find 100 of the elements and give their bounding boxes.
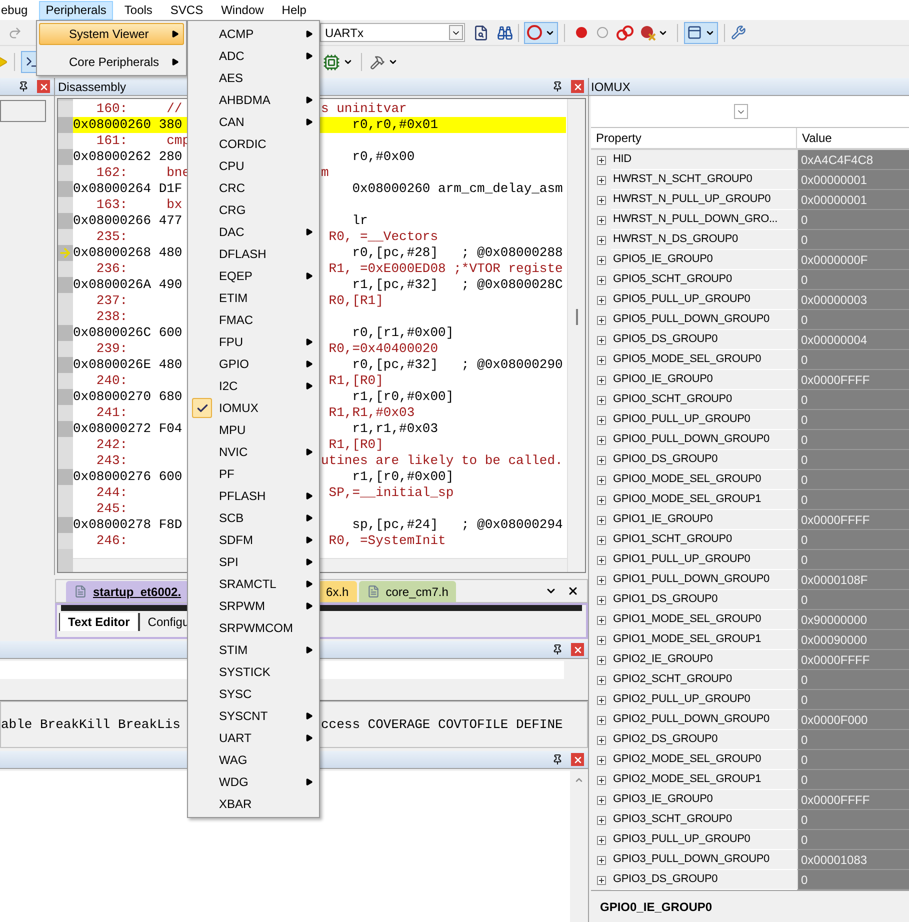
expand-icon[interactable] xyxy=(596,636,606,644)
property-value[interactable]: 0x0000FFFF xyxy=(797,370,909,390)
pin-icon[interactable] xyxy=(552,754,563,765)
menu-item[interactable]: DFLASH xyxy=(188,243,319,265)
menu-item[interactable]: CRG xyxy=(188,199,319,221)
expand-icon[interactable] xyxy=(596,156,606,164)
menu-item[interactable]: MPU xyxy=(188,419,319,441)
column-header[interactable]: Property xyxy=(591,128,797,148)
target-combo[interactable]: UARTx xyxy=(320,23,465,42)
menu-item[interactable]: CPU xyxy=(188,155,319,177)
expand-icon[interactable] xyxy=(596,296,606,304)
menu-item[interactable]: Window xyxy=(214,0,271,20)
menu-item[interactable]: AHBDMA xyxy=(188,89,319,111)
file-search-icon[interactable] xyxy=(473,24,489,40)
expand-icon[interactable] xyxy=(596,836,606,844)
binoculars-icon[interactable] xyxy=(497,24,513,40)
menu-item[interactable]: UART xyxy=(188,727,319,749)
property-value[interactable]: 0 xyxy=(797,670,909,690)
property-value[interactable]: 0 xyxy=(797,870,909,890)
breakpoint-kill-icon[interactable] xyxy=(640,24,656,40)
expand-icon[interactable] xyxy=(596,436,606,444)
menu-item[interactable]: XBAR xyxy=(188,793,319,815)
menu-item[interactable]: SRAMCTL xyxy=(188,573,319,595)
property-value[interactable]: 0x00001083 xyxy=(797,850,909,870)
menu-item[interactable]: CORDIC xyxy=(188,133,319,155)
menu-item[interactable]: Core Peripherals xyxy=(39,51,184,73)
property-value[interactable]: 0xA4C4F4C8 xyxy=(797,150,909,170)
caret-icon[interactable] xyxy=(388,57,398,67)
menu-item[interactable]: PF xyxy=(188,463,319,485)
property-value[interactable]: 0x00000001 xyxy=(797,170,909,190)
linked-circles-icon[interactable] xyxy=(616,24,634,40)
file-tab[interactable]: core_cm7.h xyxy=(358,581,456,602)
dropdown-button[interactable] xyxy=(449,25,463,40)
expand-icon[interactable] xyxy=(596,596,606,604)
menu-item[interactable]: AES xyxy=(188,67,319,89)
menu-item[interactable]: EQEP xyxy=(188,265,319,287)
property-value[interactable]: 0 xyxy=(797,230,909,250)
pin-icon[interactable] xyxy=(18,81,29,92)
expand-icon[interactable] xyxy=(596,216,606,224)
property-value[interactable]: 0x0000FFFF xyxy=(797,790,909,810)
chip-icon[interactable] xyxy=(323,54,340,70)
expand-icon[interactable] xyxy=(596,556,606,564)
expand-icon[interactable] xyxy=(596,256,606,264)
menu-item[interactable]: ACMP xyxy=(188,23,319,45)
menu-item[interactable]: ebug xyxy=(0,0,35,20)
expand-icon[interactable] xyxy=(596,356,606,364)
property-value[interactable]: 0x00000003 xyxy=(797,290,909,310)
expand-icon[interactable] xyxy=(596,776,606,784)
menu-item[interactable]: FMAC xyxy=(188,309,319,331)
property-value[interactable]: 0 xyxy=(797,550,909,570)
expand-icon[interactable] xyxy=(596,456,606,464)
menu-item[interactable]: Tools xyxy=(117,0,160,20)
editor-tab[interactable]: Text Editor xyxy=(59,613,139,631)
expand-icon[interactable] xyxy=(596,496,606,504)
menu-item[interactable]: STIM xyxy=(188,639,319,661)
property-value[interactable]: 0x90000000 xyxy=(797,610,909,630)
expand-icon[interactable] xyxy=(596,576,606,584)
menu-item[interactable]: WDG xyxy=(188,771,319,793)
menu-item[interactable]: GPIO xyxy=(188,353,319,375)
menu-item[interactable]: SVCS xyxy=(163,0,210,20)
property-value[interactable]: 0x00000004 xyxy=(797,330,909,350)
property-value[interactable]: 0 xyxy=(797,390,909,410)
expand-icon[interactable] xyxy=(596,416,606,424)
menu-item[interactable]: DAC xyxy=(188,221,319,243)
expand-icon[interactable] xyxy=(596,276,606,284)
property-value[interactable]: 0x0000FFFF xyxy=(797,510,909,530)
expand-icon[interactable] xyxy=(596,676,606,684)
expand-icon[interactable] xyxy=(596,236,606,244)
menu-item[interactable]: I2C xyxy=(188,375,319,397)
close-button[interactable] xyxy=(571,80,584,93)
menu-item[interactable]: WAG xyxy=(188,749,319,771)
property-value[interactable]: 0x0000108F xyxy=(797,570,909,590)
menu-item[interactable]: CAN xyxy=(188,111,319,133)
menu-item[interactable]: SCB xyxy=(188,507,319,529)
caret-icon[interactable] xyxy=(343,57,353,67)
property-value[interactable]: 0 xyxy=(797,810,909,830)
expand-icon[interactable] xyxy=(596,316,606,324)
property-value[interactable]: 0 xyxy=(797,770,909,790)
breakpoint-icon[interactable] xyxy=(576,27,587,38)
column-header[interactable]: Value xyxy=(797,128,909,148)
property-value[interactable]: 0 xyxy=(797,490,909,510)
vertical-scrollbar[interactable] xyxy=(570,771,588,922)
menu-item[interactable]: Peripherals xyxy=(38,0,114,20)
menu-item[interactable]: SYSTICK xyxy=(188,661,319,683)
property-value[interactable]: 0 xyxy=(797,210,909,230)
property-value[interactable]: 0 xyxy=(797,310,909,330)
menu-item[interactable]: SYSC xyxy=(188,683,319,705)
expand-icon[interactable] xyxy=(596,796,606,804)
panel-field[interactable] xyxy=(0,100,46,122)
property-value[interactable]: 0x0000FFFF xyxy=(797,650,909,670)
property-value[interactable]: 0 xyxy=(797,450,909,470)
expand-icon[interactable] xyxy=(596,336,606,344)
close-button[interactable] xyxy=(37,80,50,93)
menu-item[interactable]: ADC xyxy=(188,45,319,67)
window-button[interactable] xyxy=(684,22,718,44)
property-value[interactable]: 0 xyxy=(797,730,909,750)
expand-icon[interactable] xyxy=(596,196,606,204)
close-icon[interactable] xyxy=(567,585,579,597)
menu-item[interactable]: System Viewer xyxy=(39,23,184,45)
property-value[interactable]: 0 xyxy=(797,750,909,770)
